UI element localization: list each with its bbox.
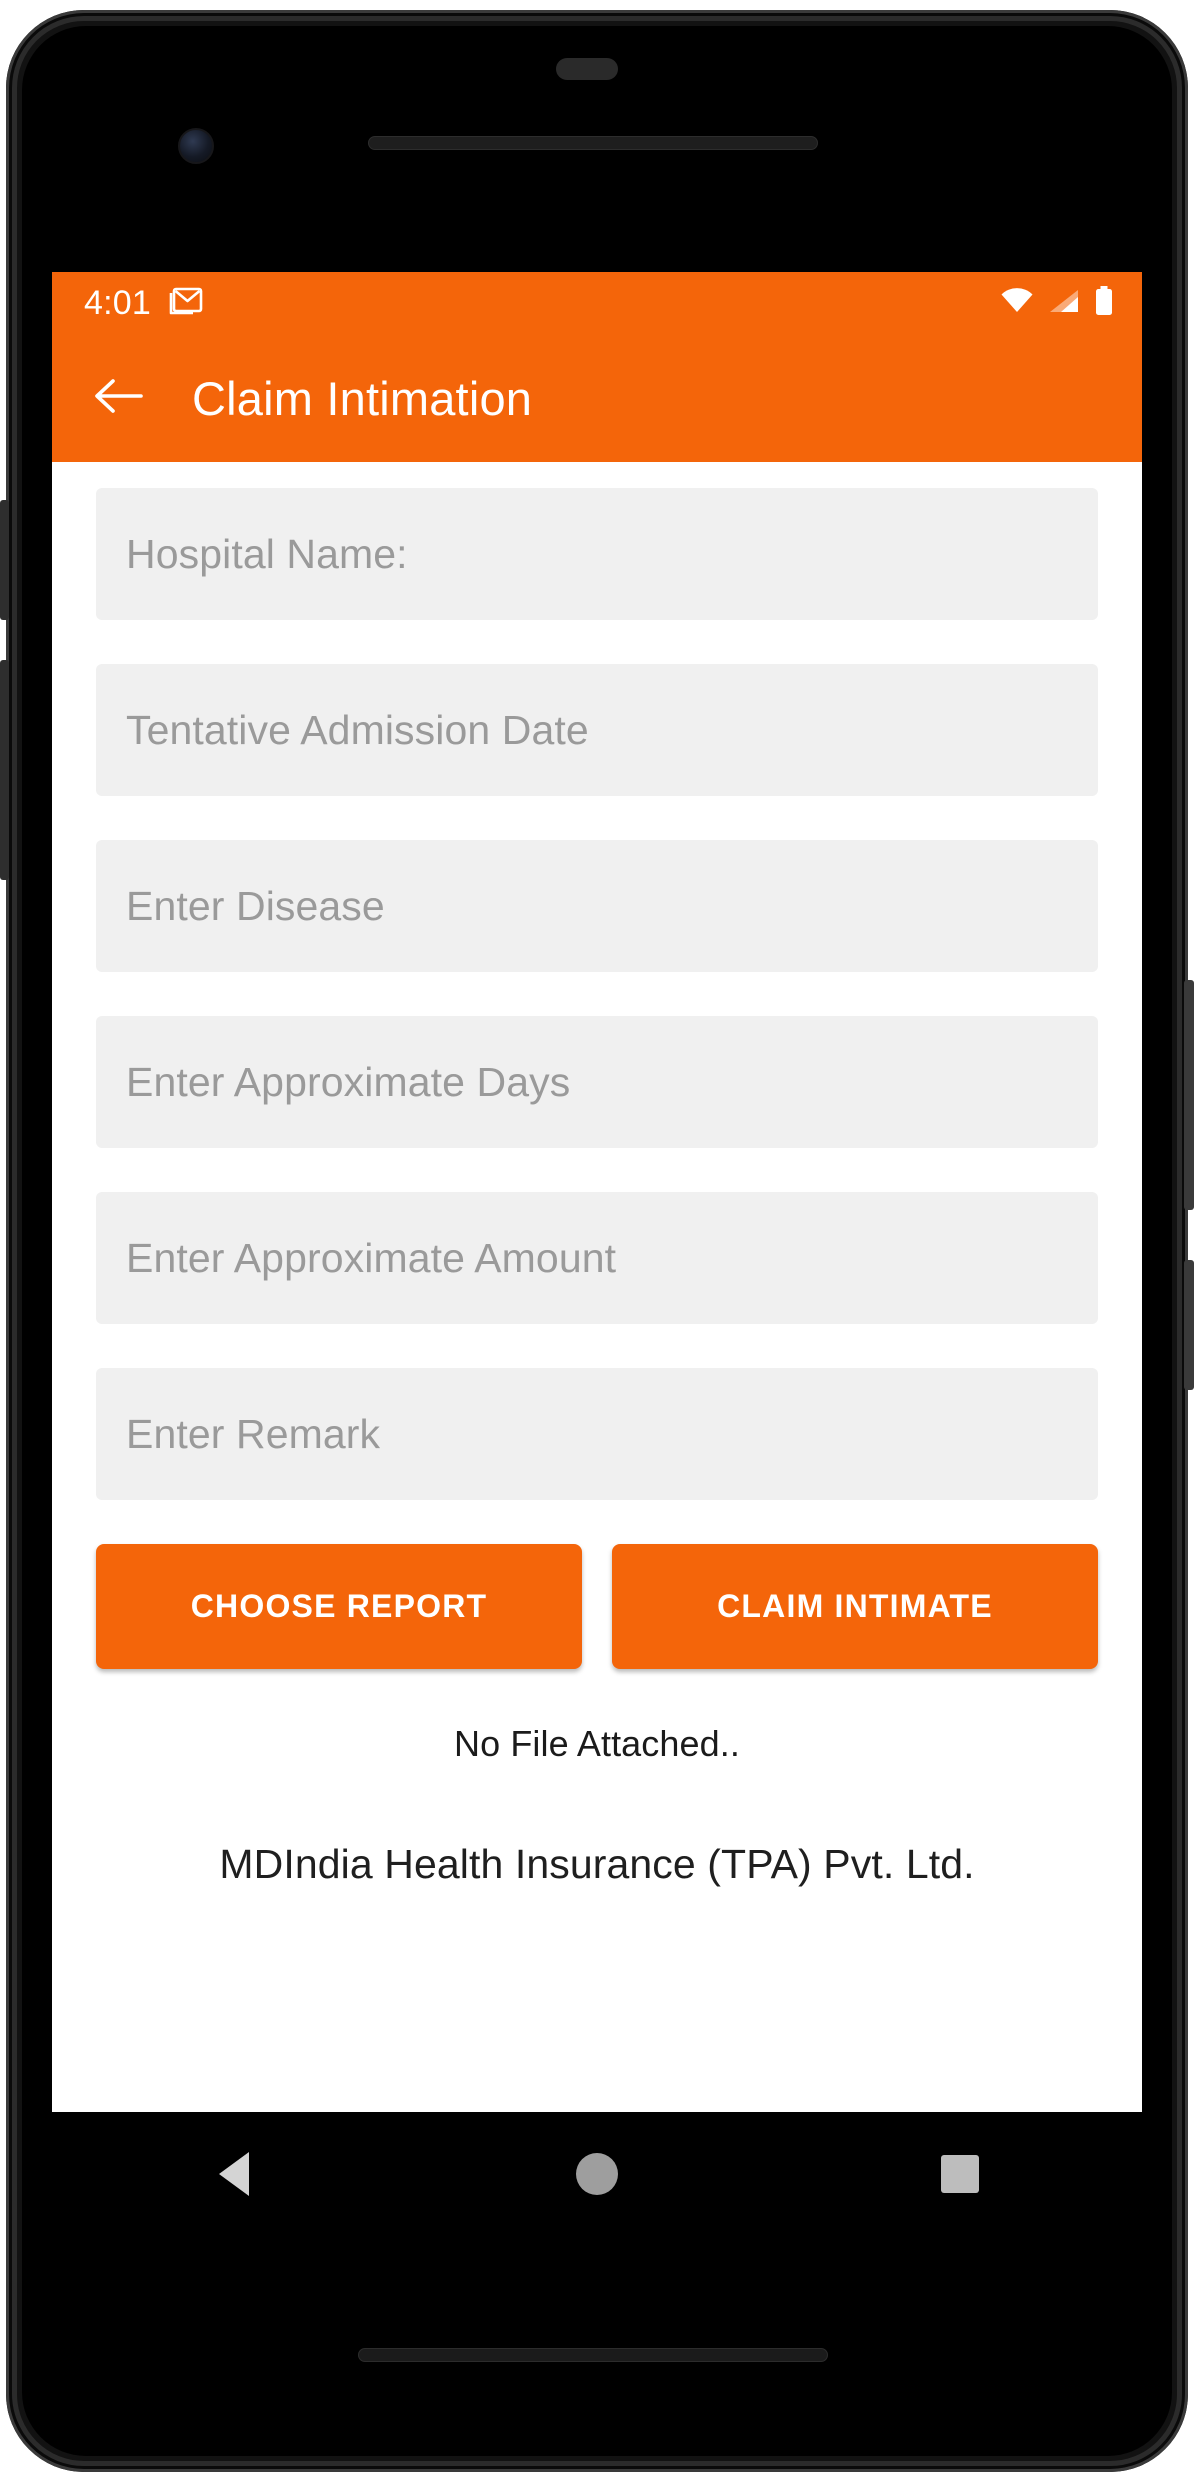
action-button-row: CHOOSE REPORT CLAIM INTIMATE [96, 1544, 1098, 1669]
phone-device-frame: 4:01 Claim Intimation Hospital Name: Ten… [0, 0, 1194, 2480]
earpiece-speaker [368, 136, 818, 150]
side-button-lower[interactable] [1184, 1260, 1194, 1390]
disease-field[interactable]: Enter Disease [96, 840, 1098, 972]
back-button[interactable] [80, 359, 158, 437]
page-title: Claim Intimation [192, 371, 533, 425]
wifi-icon [1000, 287, 1034, 319]
claim-intimation-form: Hospital Name: Tentative Admission Date … [52, 462, 1142, 2112]
nav-back-button[interactable] [179, 2119, 289, 2229]
volume-down-button[interactable] [0, 660, 9, 880]
bottom-speaker-grille [358, 2348, 828, 2362]
status-bar: 4:01 [52, 272, 1142, 334]
disease-placeholder: Enter Disease [126, 882, 385, 929]
phone-screen: 4:01 Claim Intimation Hospital Name: Ten… [52, 272, 1142, 2112]
home-circle-icon [575, 2153, 618, 2195]
nav-recents-button[interactable] [905, 2119, 1015, 2229]
android-navigation-bar [52, 2112, 1142, 2236]
app-bar: Claim Intimation [52, 334, 1142, 462]
nav-home-button[interactable] [542, 2119, 652, 2229]
remark-field[interactable]: Enter Remark [96, 1368, 1098, 1500]
hospital-name-field[interactable]: Hospital Name: [96, 488, 1098, 620]
tentative-admission-date-placeholder: Tentative Admission Date [126, 706, 589, 753]
approximate-days-field[interactable]: Enter Approximate Days [96, 1016, 1098, 1148]
battery-icon [1094, 285, 1114, 321]
front-camera-icon [178, 128, 214, 164]
company-footer-text: MDIndia Health Insurance (TPA) Pvt. Ltd. [219, 1841, 975, 1887]
status-clock: 4:01 [84, 284, 151, 322]
hospital-name-placeholder: Hospital Name: [126, 530, 408, 577]
back-triangle-icon [218, 2152, 249, 2196]
gmail-icon [169, 286, 203, 321]
volume-up-button[interactable] [0, 500, 9, 620]
recents-square-icon [941, 2155, 980, 2193]
arrow-left-icon [93, 375, 145, 422]
cellular-signal-icon [1048, 288, 1080, 319]
tentative-admission-date-field[interactable]: Tentative Admission Date [96, 664, 1098, 796]
claim-intimate-button[interactable]: CLAIM INTIMATE [612, 1544, 1098, 1669]
remark-placeholder: Enter Remark [126, 1410, 381, 1457]
approximate-amount-placeholder: Enter Approximate Amount [126, 1234, 617, 1281]
status-bar-left: 4:01 [84, 286, 203, 321]
attachment-status-text: No File Attached.. [454, 1723, 740, 1764]
status-bar-right [1000, 285, 1114, 321]
choose-report-button[interactable]: CHOOSE REPORT [96, 1544, 582, 1669]
approximate-days-placeholder: Enter Approximate Days [126, 1058, 571, 1105]
proximity-sensor [556, 58, 618, 80]
power-button[interactable] [1184, 980, 1194, 1210]
approximate-amount-field[interactable]: Enter Approximate Amount [96, 1192, 1098, 1324]
